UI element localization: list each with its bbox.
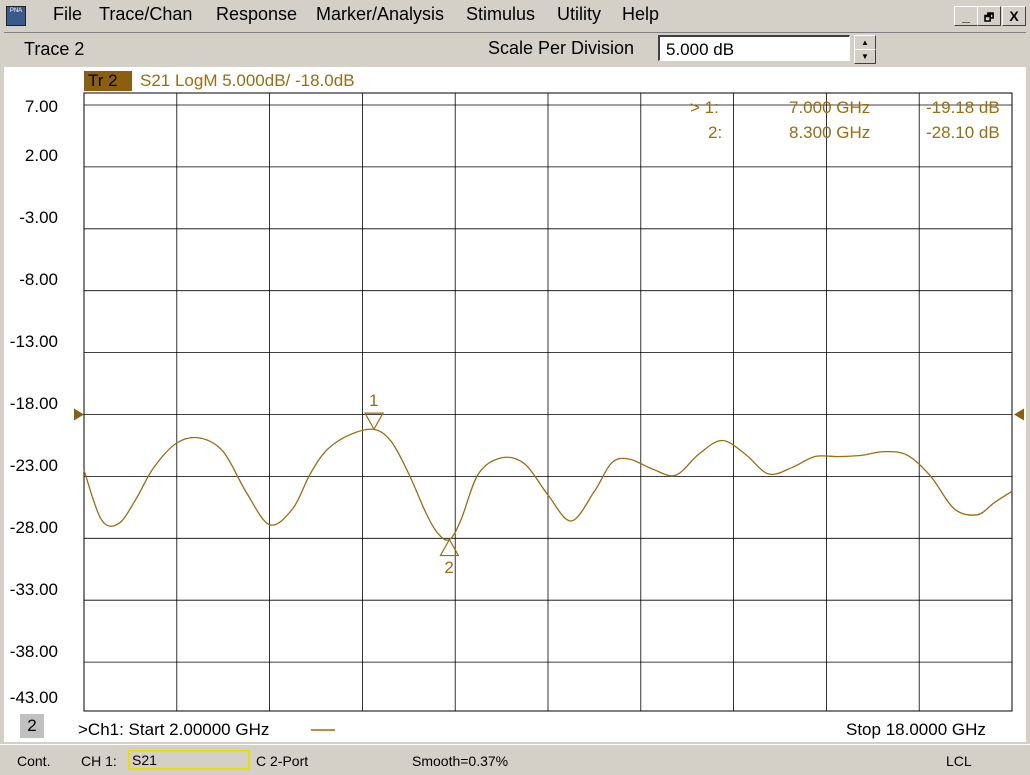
plot-svg: [74, 92, 1024, 712]
spin-down-icon: ▼: [861, 52, 869, 61]
sweep-mode-status[interactable]: Cont.: [17, 753, 50, 769]
close-button[interactable]: X: [1002, 6, 1026, 26]
scale-per-division-input[interactable]: 5.000 dB: [658, 35, 850, 61]
marker-2-readout-freq: 8.300 GHz: [789, 123, 871, 142]
marker-1-readout-value: -19.18 dB: [926, 98, 1000, 117]
channel-status: CH 1:: [81, 753, 117, 769]
start-frequency[interactable]: >Ch1: Start 2.00000 GHz: [78, 720, 269, 740]
marker-1-label: 1: [369, 391, 379, 411]
minimize-button[interactable]: _: [954, 6, 978, 26]
restore-button[interactable]: 🗗: [977, 6, 1001, 26]
menu-file[interactable]: File: [53, 4, 82, 25]
menu-response[interactable]: Response: [216, 4, 297, 25]
menu-help[interactable]: Help: [622, 4, 659, 25]
marker-1-readout-freq: 7.000 GHz: [789, 98, 871, 117]
smoothing-status: Smooth=0.37%: [412, 753, 509, 769]
close-icon: X: [1009, 8, 1019, 24]
stop-frequency[interactable]: Stop 18.0000 GHz: [846, 720, 986, 740]
restore-icon: 🗗: [983, 12, 995, 24]
marker-1-readout-id: > 1:: [690, 98, 719, 117]
spin-up-button[interactable]: ▲: [854, 35, 876, 50]
remote-status: LCL: [946, 753, 972, 769]
app-icon-label: PNA: [9, 8, 23, 14]
menu-trace-chan[interactable]: Trace/Chan: [99, 4, 192, 25]
marker-2-readout-value: -28.10 dB: [926, 123, 1000, 142]
measurement-display[interactable]: Tr 2 S21 LogM 5.000dB/ -18.0dB 7.00 2.00…: [4, 68, 1026, 742]
channel-number-box[interactable]: 2: [20, 714, 44, 738]
grid: [83, 92, 1013, 712]
reference-level-left-arrow[interactable]: [74, 408, 84, 421]
menu-stimulus[interactable]: Stimulus: [466, 4, 535, 25]
marker-2-label: 2: [444, 557, 454, 577]
reference-level-right-arrow[interactable]: [1014, 408, 1024, 421]
measurement-status[interactable]: S21: [128, 750, 250, 770]
menu-marker-analysis[interactable]: Marker/Analysis: [316, 4, 444, 25]
trace-legend-line: [311, 729, 335, 731]
scale-per-division-label: Scale Per Division: [488, 38, 635, 58]
app-icon[interactable]: PNA: [6, 6, 26, 26]
marker-2-readout-id: 2:: [708, 123, 723, 142]
minimize-icon: _: [962, 8, 970, 24]
active-trace-label: Trace 2: [24, 39, 85, 59]
spin-down-button[interactable]: ▼: [854, 49, 876, 64]
marker-2-triangle[interactable]: [439, 538, 460, 557]
marker-1-triangle[interactable]: [363, 412, 385, 431]
calibration-status: C 2-Port: [256, 753, 309, 769]
spin-up-icon: ▲: [861, 38, 869, 47]
status-bar: Cont. CH 1: S21 C 2-Port Smooth=0.37% LC…: [0, 744, 1030, 775]
toolbar: Trace 2 Scale Per Division 5.000 dB ▲ ▼: [4, 32, 1026, 68]
menu-bar: PNA File Trace/Chan Response Marker/Anal…: [0, 0, 1030, 30]
menu-utility[interactable]: Utility: [557, 4, 601, 25]
